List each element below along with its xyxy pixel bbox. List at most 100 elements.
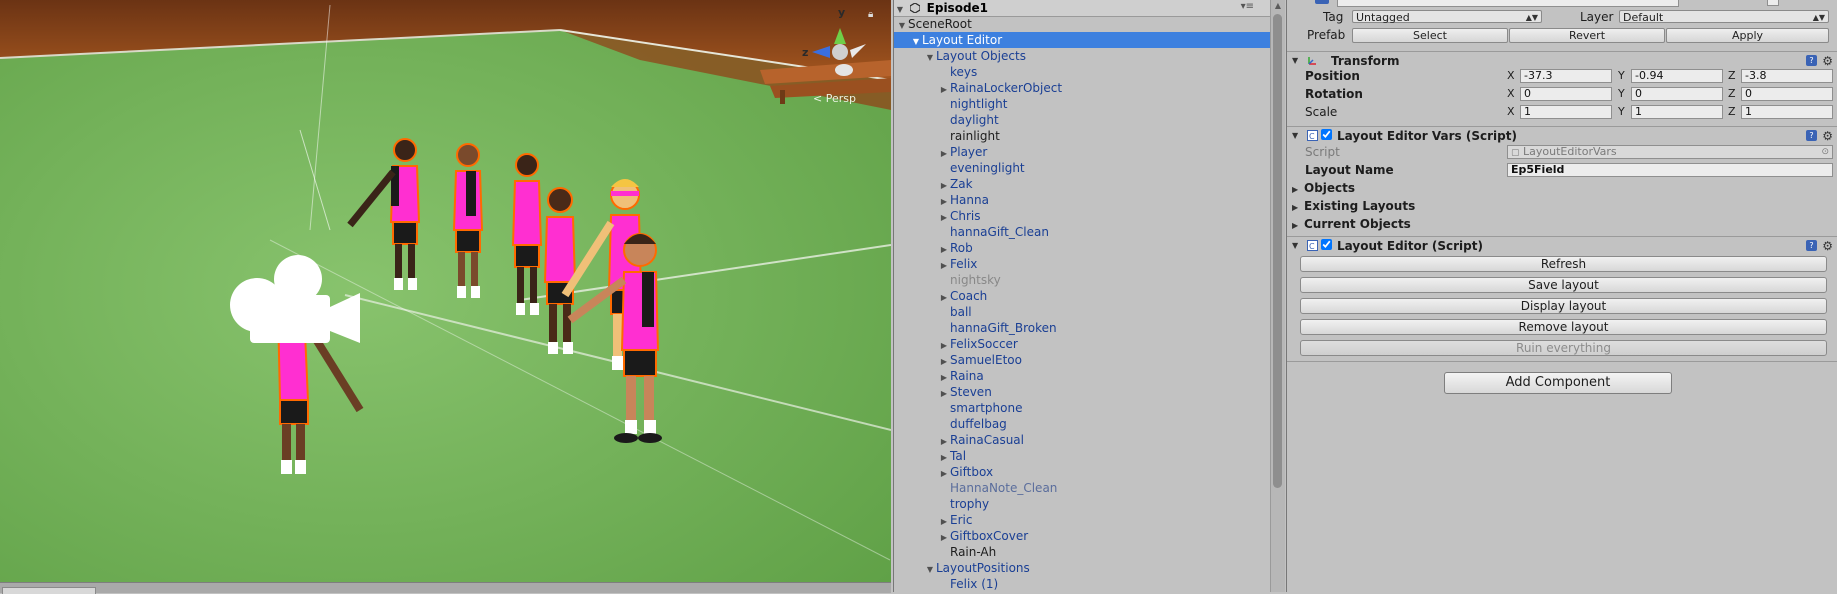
hierarchy-item[interactable]: ▶ Eric [894,512,1270,528]
hierarchy-item[interactable]: ▶ Zak [894,176,1270,192]
rotation-x-field[interactable]: 0 [1520,87,1612,101]
current-objects-foldout[interactable]: ▶ Current Objects [1292,217,1411,231]
hierarchy-item[interactable]: ▶ Hanna [894,192,1270,208]
hierarchy-item[interactable]: ▼ Layout Editor [894,32,1270,48]
tag-dropdown[interactable]: Untagged ▲▼ [1352,10,1542,24]
hierarchy-item-label: nightlight [950,97,1008,111]
save-layout-button[interactable]: Save layout [1300,277,1827,293]
hierarchy-item[interactable]: ball [894,304,1270,320]
hierarchy-item[interactable]: ▼ Layout Objects [894,48,1270,64]
rotation-y-field[interactable]: 0 [1631,87,1723,101]
current-objects-foldout-icon[interactable]: ▶ [1292,221,1304,230]
scrollbar-thumb[interactable] [1273,14,1282,488]
hierarchy-item[interactable]: daylight [894,112,1270,128]
position-x-field[interactable]: -37.3 [1520,69,1612,83]
hierarchy-item-label: Felix (1) [950,577,999,591]
help-icon[interactable]: ? [1806,55,1817,66]
hierarchy-item[interactable]: duffelbag [894,416,1270,432]
scene-foldout-arrow[interactable]: ▼ [894,5,906,14]
hierarchy-panel[interactable]: ▼ Episode1 ▾≡ ▼ SceneRoot ▼ Layout Editor ▼ L… [893,0,1270,592]
remove-layout-button[interactable]: Remove layout [1300,319,1827,335]
transform-foldout-icon[interactable]: ▼ [1292,52,1298,70]
inspector-panel[interactable]: Tag Untagged ▲▼ Layer Default ▲▼ Prefab … [1286,0,1837,592]
help-icon[interactable]: ? [1806,130,1817,141]
hierarchy-item[interactable]: rainlight [894,128,1270,144]
display-layout-button[interactable]: Display layout [1300,298,1827,314]
hierarchy-item[interactable]: smartphone [894,400,1270,416]
objects-foldout-icon[interactable]: ▶ [1292,185,1304,194]
scale-label: Scale [1305,105,1338,119]
prefab-apply-button[interactable]: Apply [1666,28,1829,43]
hierarchy-item[interactable]: ▶ RainaCasual [894,432,1270,448]
hierarchy-item[interactable]: ▶ Felix [894,256,1270,272]
transform-header[interactable]: ▼ Transform ? ⚙︎ [1287,51,1837,70]
hierarchy-item[interactable]: nightsky [894,272,1270,288]
hierarchy-item[interactable]: nightlight [894,96,1270,112]
hierarchy-item[interactable]: ▼ SceneRoot [894,16,1270,32]
layout-editor-enabled-checkbox[interactable] [1321,239,1332,250]
hierarchy-item[interactable]: HannaNote_Clean [894,480,1270,496]
hierarchy-item[interactable]: ▶ Coach [894,288,1270,304]
hierarchy-item[interactable]: ▶ FelixSoccer [894,336,1270,352]
bottom-tab[interactable] [2,587,96,594]
hierarchy-item[interactable]: hannaGift_Clean [894,224,1270,240]
gear-icon[interactable]: ⚙︎ [1822,52,1833,70]
layout-editor-foldout-icon[interactable]: ▼ [1292,237,1298,255]
position-y-field[interactable]: -0.94 [1631,69,1723,83]
hierarchy-item[interactable]: ▶ Chris [894,208,1270,224]
scene-render[interactable]: y z [0,0,891,582]
hierarchy-item[interactable]: ▶ SamuelEtoo [894,352,1270,368]
layout-vars-foldout-icon[interactable]: ▼ [1292,127,1298,145]
gear-icon[interactable]: ⚙︎ [1822,127,1833,145]
hierarchy-item[interactable]: ▶ RainaLockerObject [894,80,1270,96]
layout-editor-header[interactable]: ▼ C Layout Editor (Script) ? ⚙︎ [1287,236,1837,255]
gear-icon[interactable]: ⚙︎ [1822,237,1833,255]
existing-layouts-foldout-icon[interactable]: ▶ [1292,203,1304,212]
scene-bottom-bar [0,582,891,594]
hierarchy-item[interactable]: ▶ Player [894,144,1270,160]
hierarchy-item[interactable]: eveninglight [894,160,1270,176]
scroll-up-icon[interactable]: ▲ [1273,1,1283,11]
hierarchy-item[interactable]: Felix (1) [894,576,1270,592]
script-label: Script [1305,145,1340,159]
hierarchy-menu-icon[interactable]: ▾≡ [1241,1,1254,12]
hierarchy-item[interactable]: hannaGift_Broken [894,320,1270,336]
hierarchy-item[interactable]: ▶ Raina [894,368,1270,384]
hierarchy-item[interactable]: ▶ Tal [894,448,1270,464]
help-icon[interactable]: ? [1806,240,1817,251]
hierarchy-item[interactable]: ▶ Giftbox [894,464,1270,480]
prefab-revert-button[interactable]: Revert [1509,28,1665,43]
object-name-field[interactable] [1337,0,1679,7]
refresh-button[interactable]: Refresh [1300,256,1827,272]
scale-z-field[interactable]: 1 [1741,105,1833,119]
persp-label[interactable]: < Persp [813,92,856,105]
hierarchy-item-label: Layout Editor [922,33,1003,47]
prefab-select-button[interactable]: Select [1352,28,1508,43]
add-component-button[interactable]: Add Component [1444,372,1672,394]
scene-view[interactable]: y z < Persp 🔒︎ [0,0,891,582]
position-z-field[interactable]: -3.8 [1741,69,1833,83]
lock-icon[interactable]: 🔒︎ [868,10,877,20]
layout-vars-header[interactable]: ▼ C Layout Editor Vars (Script) ? ⚙︎ [1287,126,1837,145]
hierarchy-scrollbar[interactable]: ▲ [1270,0,1285,592]
hierarchy-item[interactable]: Rain-Ah [894,544,1270,560]
layout-vars-enabled-checkbox[interactable] [1321,129,1332,140]
layout-name-field[interactable]: Ep5Field [1507,163,1833,177]
static-checkbox[interactable] [1767,0,1779,6]
layout-editor-title: Layout Editor (Script) [1337,239,1483,253]
hierarchy-item[interactable]: ▶ GiftboxCover [894,528,1270,544]
existing-layouts-foldout[interactable]: ▶ Existing Layouts [1292,199,1415,213]
layer-dropdown[interactable]: Default ▲▼ [1619,10,1829,24]
hierarchy-item[interactable]: trophy [894,496,1270,512]
hierarchy-scene-header[interactable]: ▼ Episode1 ▾≡ [894,0,1270,17]
scale-y-field[interactable]: 1 [1631,105,1723,119]
hierarchy-item[interactable]: ▶ Steven [894,384,1270,400]
hierarchy-item-label: SamuelEtoo [950,353,1022,367]
hierarchy-item[interactable]: ▶ Rob [894,240,1270,256]
hierarchy-item[interactable]: keys [894,64,1270,80]
objects-foldout[interactable]: ▶ Objects [1292,181,1355,195]
hierarchy-item[interactable]: ▼ LayoutPositions [894,560,1270,576]
rotation-z-field[interactable]: 0 [1741,87,1833,101]
prefab-label: Prefab [1307,28,1346,42]
scale-x-field[interactable]: 1 [1520,105,1612,119]
